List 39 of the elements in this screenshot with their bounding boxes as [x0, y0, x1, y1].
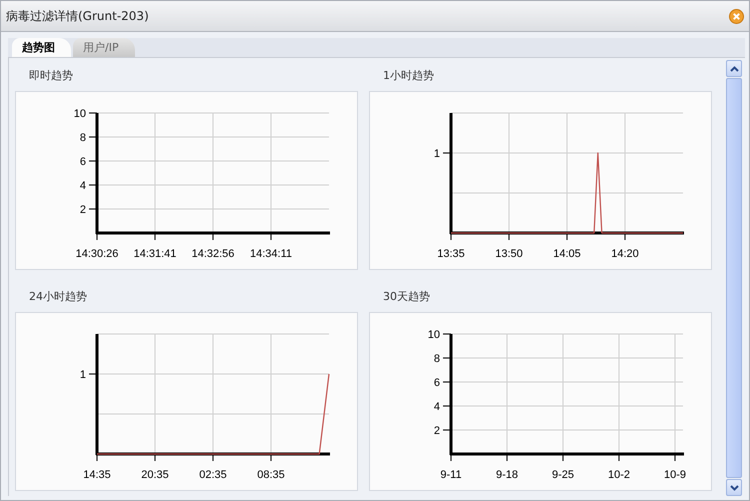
axis-label: 4 [80, 180, 86, 192]
axis-label: 14:05 [553, 248, 581, 260]
axis-label: 13:35 [437, 248, 465, 260]
axis-label: 9-25 [552, 469, 574, 481]
axis-label: 10-9 [664, 469, 686, 481]
axis-label: 1 [80, 369, 86, 381]
tab[interactable]: 趋势图 [12, 38, 71, 57]
window-title: 病毒过滤详情(Grunt-203) [6, 8, 149, 24]
axis-label: 6 [434, 377, 440, 389]
tab[interactable]: 用户/IP [73, 38, 135, 57]
axis-label: 20:35 [141, 469, 169, 481]
axis-label: 14:32:56 [192, 248, 234, 260]
close-icon[interactable] [729, 8, 744, 24]
scroll-down-button[interactable] [726, 479, 742, 496]
axis-label: 14:34:11 [250, 248, 292, 260]
axis-label: 2 [80, 204, 86, 216]
axis-label: 2 [434, 425, 440, 437]
chart-title: 即时趋势 [28, 68, 74, 84]
axis-label: 8 [434, 353, 440, 365]
axis-label: 6 [80, 156, 86, 168]
axis-label: 9-11 [440, 469, 462, 481]
axis-label: 4 [434, 401, 440, 413]
axis-label: 10 [428, 329, 440, 341]
axis-label: 14:35 [83, 469, 111, 481]
axis-label: 14:31:41 [134, 248, 176, 260]
chart-title: 24小时趋势 [28, 289, 88, 305]
axis-label: 13:50 [495, 248, 523, 260]
axis-label: 9-18 [496, 469, 518, 481]
axis-label: 14:30:26 [76, 248, 118, 260]
axis-label: 14:20 [611, 248, 639, 260]
axis-label: 1 [434, 148, 440, 160]
chart-title: 1小时趋势 [382, 68, 435, 84]
chart-title: 30天趋势 [382, 289, 431, 305]
axis-label: 10 [74, 108, 86, 120]
axis-label: 02:35 [199, 469, 227, 481]
scroll-up-button[interactable] [726, 60, 742, 77]
axis-label: 8 [80, 132, 86, 144]
axis-label: 08:35 [257, 469, 285, 481]
axis-label: 10-2 [608, 469, 630, 481]
